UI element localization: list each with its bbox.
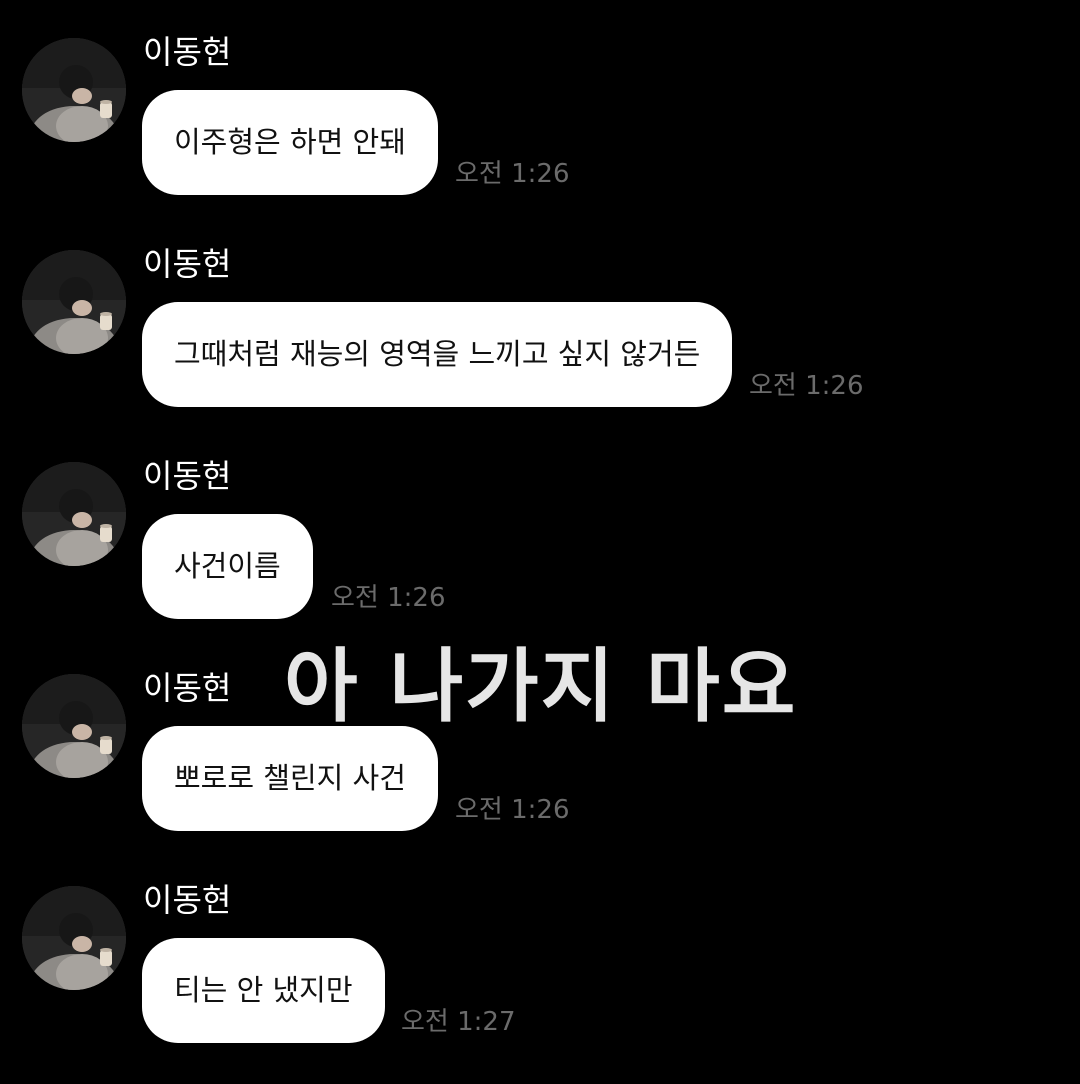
message-time: 오전 1:26 [749,371,864,401]
message-time: 오전 1:27 [401,1007,516,1037]
message-item: 이동현 이주형은 하면 안돼 오전 1:26 [0,0,1080,212]
message-bubble[interactable]: 티는 안 냈지만 [142,938,385,1043]
profile-photo-icon [22,674,126,778]
overlay-caption: 아 나가지 마요 [284,640,798,733]
message-item: 이동현 사건이름 오전 1:26 [0,424,1080,636]
avatar[interactable] [22,674,126,778]
profile-photo-icon [22,38,126,142]
message-bubble[interactable]: 이주형은 하면 안돼 [142,90,438,195]
message-time: 오전 1:26 [455,795,570,825]
avatar[interactable] [22,462,126,566]
profile-photo-icon [22,886,126,990]
message-bubble[interactable]: 그때처럼 재능의 영역을 느끼고 싶지 않거든 [142,302,733,407]
message-bubble[interactable]: 사건이름 [142,514,313,619]
sender-name: 이동현 [143,457,232,495]
message-item: 이동현 티는 안 냈지만 오전 1:27 [0,848,1080,1060]
sender-name: 이동현 [143,33,232,71]
profile-photo-icon [22,250,126,354]
sender-name: 이동현 [143,245,232,283]
sender-name: 이동현 [143,881,232,919]
message-time: 오전 1:26 [455,159,570,189]
avatar[interactable] [22,38,126,142]
message-time: 오전 1:26 [331,583,446,613]
message-item: 이동현 그때처럼 재능의 영역을 느끼고 싶지 않거든 오전 1:26 [0,212,1080,424]
sender-name: 이동현 [143,669,232,707]
profile-photo-icon [22,462,126,566]
avatar[interactable] [22,250,126,354]
avatar[interactable] [22,886,126,990]
